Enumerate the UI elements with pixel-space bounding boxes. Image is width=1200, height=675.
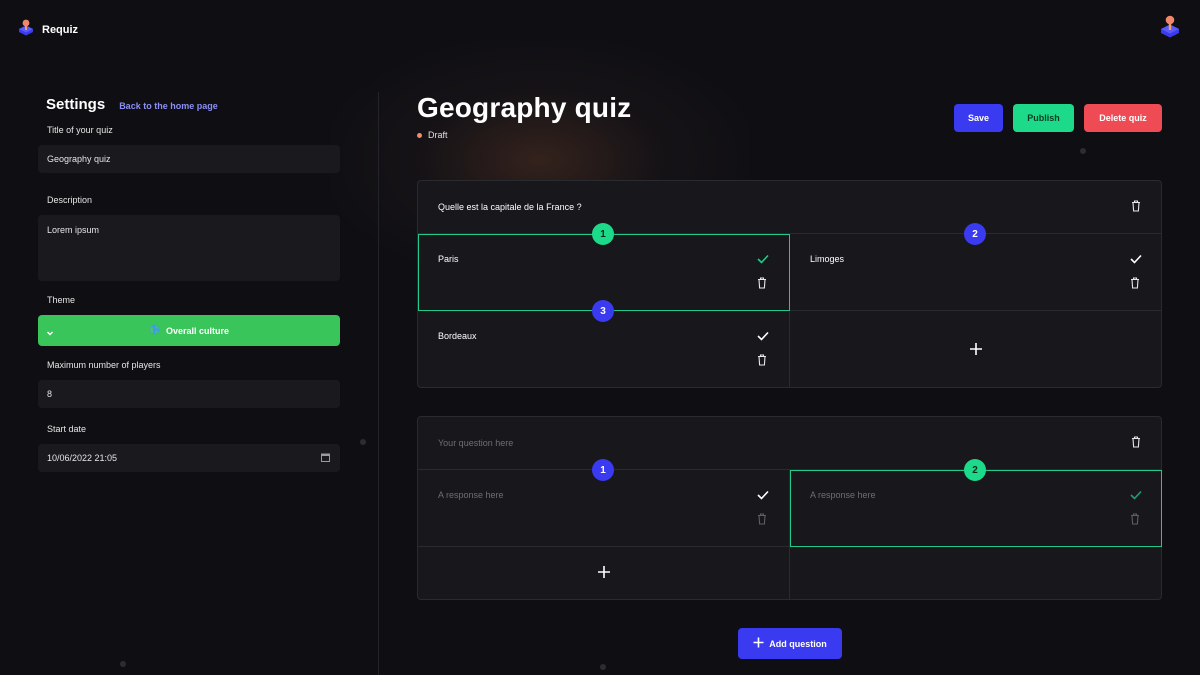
answer-text: Paris	[438, 254, 459, 264]
start-date-label: Start date	[47, 424, 87, 434]
check-icon[interactable]	[1130, 490, 1142, 502]
add-question-label: Add question	[769, 638, 827, 649]
answer-number-badge: 2	[964, 459, 986, 481]
plus-icon	[597, 565, 611, 581]
theme-select[interactable]: Overall culture	[38, 315, 340, 346]
panel-divider	[378, 92, 379, 675]
description-textarea[interactable]: Lorem ipsum	[38, 215, 340, 281]
status-dot	[417, 132, 422, 138]
quiz-title-label: Title of your quiz	[47, 125, 113, 135]
delete-quiz-button[interactable]: Delete quiz	[1084, 104, 1162, 132]
quiz-title-value: Geography quiz	[47, 154, 111, 164]
globe-icon	[149, 324, 160, 337]
settings-header: Settings Back to the home page	[38, 96, 340, 113]
trash-icon[interactable]	[1131, 436, 1141, 450]
plus-icon	[969, 342, 983, 358]
decor-dot	[1080, 148, 1086, 154]
status-text: Draft	[428, 130, 448, 140]
question-text: Quelle est la capitale de la France ?	[438, 202, 582, 212]
chevron-down-icon	[46, 324, 54, 342]
check-icon[interactable]	[757, 254, 769, 266]
description-label: Description	[47, 195, 93, 205]
answers-grid: A response here A response here	[418, 470, 1162, 599]
start-date-value: 10/06/2022 21:05	[47, 453, 118, 463]
answers-grid: Paris Limoges Bordeaux	[418, 234, 1162, 388]
answer-text: Limoges	[810, 254, 845, 264]
trash-icon[interactable]	[757, 277, 767, 291]
question-row[interactable]: Your question here	[418, 417, 1161, 470]
max-players-value: 8	[47, 389, 53, 399]
theme-selected: Overall culture	[38, 324, 340, 337]
description-value: Lorem ipsum	[47, 225, 100, 235]
trash-icon[interactable]	[1130, 277, 1140, 291]
add-answer-button[interactable]	[790, 311, 1162, 388]
answer-number-badge: 1	[592, 223, 614, 245]
theme-label: Theme	[47, 295, 76, 305]
answer-cell[interactable]: Bordeaux	[418, 311, 790, 388]
answer-cell[interactable]: A response here	[790, 470, 1162, 547]
add-question-button[interactable]: Add question	[738, 628, 842, 659]
answer-text: Bordeaux	[438, 331, 477, 341]
publish-button[interactable]: Publish	[1013, 104, 1074, 132]
check-icon[interactable]	[1130, 254, 1142, 266]
trash-icon[interactable]	[757, 513, 767, 527]
quiz-title-input[interactable]: Geography quiz	[38, 145, 340, 173]
decor-dot	[120, 661, 126, 667]
start-date-input[interactable]: 10/06/2022 21:05	[38, 444, 340, 472]
answer-cell[interactable]: A response here	[418, 470, 790, 547]
max-players-label: Maximum number of players	[47, 360, 161, 370]
plus-icon	[753, 637, 764, 650]
question-input[interactable]: Your question here	[438, 438, 513, 448]
check-icon[interactable]	[757, 331, 769, 343]
decor-dot	[600, 664, 606, 670]
back-home-link[interactable]: Back to the home page	[119, 101, 218, 111]
empty-cell	[790, 547, 1162, 599]
settings-title: Settings	[46, 96, 106, 113]
answer-input[interactable]: A response here	[438, 490, 504, 500]
trash-icon[interactable]	[1130, 513, 1140, 527]
question-card: Quelle est la capitale de la France ? Pa…	[417, 180, 1162, 388]
add-answer-button[interactable]	[418, 547, 790, 599]
trash-icon[interactable]	[757, 354, 767, 368]
joystick-icon	[1160, 15, 1180, 42]
answer-number-badge: 3	[592, 300, 614, 322]
trash-icon[interactable]	[1131, 200, 1141, 214]
quiz-editor: Geography quiz Draft Save Publish Delete…	[417, 92, 1162, 659]
answer-number-badge: 1	[592, 459, 614, 481]
settings-panel: Settings Back to the home page Title of …	[38, 96, 340, 472]
joystick-icon	[18, 18, 34, 41]
theme-value: Overall culture	[165, 325, 230, 336]
user-avatar[interactable]	[1160, 14, 1180, 43]
app-name: Requiz	[42, 23, 79, 36]
decor-dot	[360, 439, 366, 445]
quiz-actions: Save Publish Delete quiz	[954, 104, 1162, 132]
max-players-input[interactable]: 8	[38, 380, 340, 408]
answer-cell[interactable]: Limoges	[790, 234, 1162, 311]
check-icon[interactable]	[757, 490, 769, 502]
answer-number-badge: 2	[964, 223, 986, 245]
app-logo[interactable]: Requiz	[18, 18, 78, 41]
answer-input[interactable]: A response here	[810, 490, 876, 500]
save-button[interactable]: Save	[954, 104, 1003, 132]
question-row[interactable]: Quelle est la capitale de la France ?	[418, 181, 1161, 234]
question-card: Your question here A response here A res…	[417, 416, 1162, 600]
calendar-icon[interactable]	[321, 453, 330, 464]
